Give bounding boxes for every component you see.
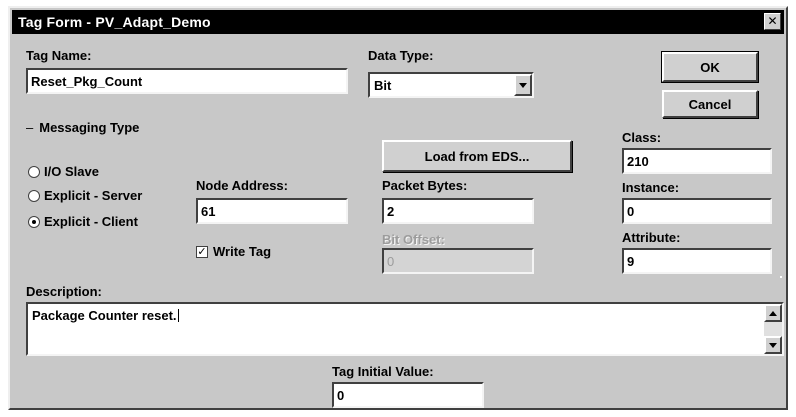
description-text: Package Counter reset. — [32, 308, 177, 323]
radio-button-selected[interactable] — [28, 215, 40, 228]
cancel-button[interactable]: Cancel — [662, 90, 758, 118]
radio-io-slave[interactable]: I/O Slave — [28, 164, 99, 179]
radio-explicit-client-label: Explicit - Client — [44, 214, 138, 229]
attribute-field[interactable]: 9 — [622, 248, 772, 274]
text-caret — [177, 309, 179, 322]
radio-io-slave-label: I/O Slave — [44, 164, 99, 179]
instance-label: Instance: — [622, 180, 680, 195]
packet-bytes-field[interactable]: 2 — [382, 198, 534, 224]
tag-initial-value-label: Tag Initial Value: — [332, 364, 434, 379]
bit-offset-field: 0 — [382, 248, 534, 274]
class-label: Class: — [622, 130, 662, 145]
tag-name-field[interactable]: Reset_Pkg_Count — [26, 68, 348, 94]
scroll-up-icon[interactable] — [764, 304, 782, 322]
write-tag-label: Write Tag — [213, 244, 272, 259]
load-from-eds-button[interactable]: Load from EDS... — [382, 140, 572, 172]
window-title: Tag Form - PV_Adapt_Demo — [18, 14, 211, 30]
decorative-dot — [780, 276, 782, 278]
ok-button[interactable]: OK — [661, 51, 759, 83]
radio-button[interactable] — [28, 165, 40, 178]
radio-button[interactable] — [28, 189, 40, 202]
tag-form-dialog: Tag Form - PV_Adapt_Demo ✕ Tag Name: Res… — [8, 6, 788, 410]
radio-explicit-server[interactable]: Explicit - Server — [28, 188, 142, 203]
write-tag-checkbox[interactable]: ✓ Write Tag — [196, 244, 271, 259]
description-label: Description: — [26, 284, 102, 299]
class-field[interactable]: 210 — [622, 148, 772, 174]
scroll-down-icon[interactable] — [764, 336, 782, 354]
node-address-label: Node Address: — [196, 178, 288, 193]
packet-bytes-label: Packet Bytes: — [382, 178, 468, 193]
radio-explicit-server-label: Explicit - Server — [44, 188, 143, 203]
data-type-label: Data Type: — [368, 48, 434, 63]
close-icon[interactable]: ✕ — [764, 13, 781, 30]
data-type-select[interactable]: Bit — [368, 72, 534, 98]
description-scrollbar[interactable] — [764, 304, 782, 354]
check-icon[interactable]: ✓ — [196, 245, 208, 258]
title-bar[interactable]: Tag Form - PV_Adapt_Demo ✕ — [12, 10, 784, 34]
tag-initial-value-field[interactable]: 0 — [332, 382, 484, 408]
tag-name-label: Tag Name: — [26, 48, 92, 63]
attribute-label: Attribute: — [622, 230, 681, 245]
messaging-type-label: – Messaging Type — [26, 120, 140, 135]
data-type-value: Bit — [374, 78, 392, 93]
description-textarea[interactable]: Package Counter reset. — [26, 302, 784, 356]
bit-offset-label: Bit Offset: — [382, 232, 445, 247]
radio-explicit-client[interactable]: Explicit - Client — [28, 214, 138, 229]
messaging-type-text: Messaging Type — [39, 120, 140, 135]
node-address-field[interactable]: 61 — [196, 198, 348, 224]
chevron-down-icon[interactable] — [514, 74, 532, 96]
instance-field[interactable]: 0 — [622, 198, 772, 224]
